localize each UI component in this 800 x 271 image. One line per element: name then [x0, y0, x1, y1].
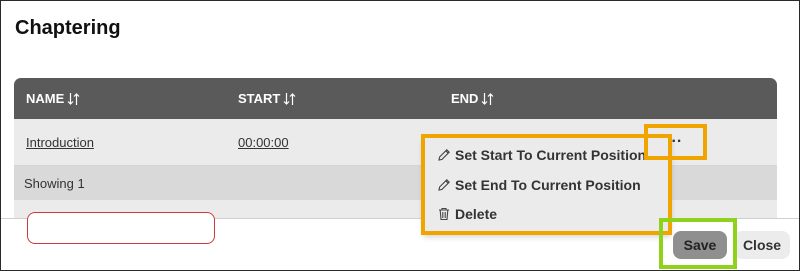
- trash-icon: [439, 207, 449, 221]
- row-context-menu: Set Start To Current Position Set End To…: [423, 137, 671, 235]
- column-label-end: END: [451, 91, 479, 106]
- menu-item-set-end[interactable]: Set End To Current Position: [437, 177, 641, 193]
- dialog-title: Chaptering: [15, 17, 121, 39]
- menu-item-label: Delete: [455, 206, 498, 222]
- column-label-start: START: [238, 91, 281, 106]
- sort-arrows-icon: [67, 92, 80, 105]
- save-button[interactable]: Save: [673, 231, 727, 259]
- pencil-icon: [438, 179, 450, 191]
- chapter-name-link[interactable]: Introduction: [26, 135, 94, 150]
- menu-item-delete[interactable]: Delete: [437, 206, 497, 222]
- column-header-name[interactable]: NAME: [26, 91, 80, 106]
- close-button[interactable]: Close: [734, 231, 790, 259]
- showing-count: Showing 1: [24, 176, 85, 191]
- add-chapter-button[interactable]: [27, 212, 215, 244]
- sort-arrows-icon: [482, 92, 494, 105]
- menu-item-label: Set End To Current Position: [455, 177, 641, 193]
- chapter-start-link[interactable]: 00:00:00: [238, 135, 289, 150]
- column-label-name: NAME: [26, 91, 65, 106]
- chaptering-dialog: Chaptering NAME START END Introduction 0…: [0, 0, 800, 271]
- menu-item-set-start[interactable]: Set Start To Current Position: [437, 147, 646, 163]
- table-header: NAME START END: [14, 78, 777, 119]
- menu-item-label: Set Start To Current Position: [455, 147, 647, 163]
- column-header-end[interactable]: END: [451, 91, 494, 106]
- sort-arrows-icon: [283, 92, 296, 105]
- pencil-icon: [438, 149, 450, 161]
- column-header-start[interactable]: START: [238, 91, 296, 106]
